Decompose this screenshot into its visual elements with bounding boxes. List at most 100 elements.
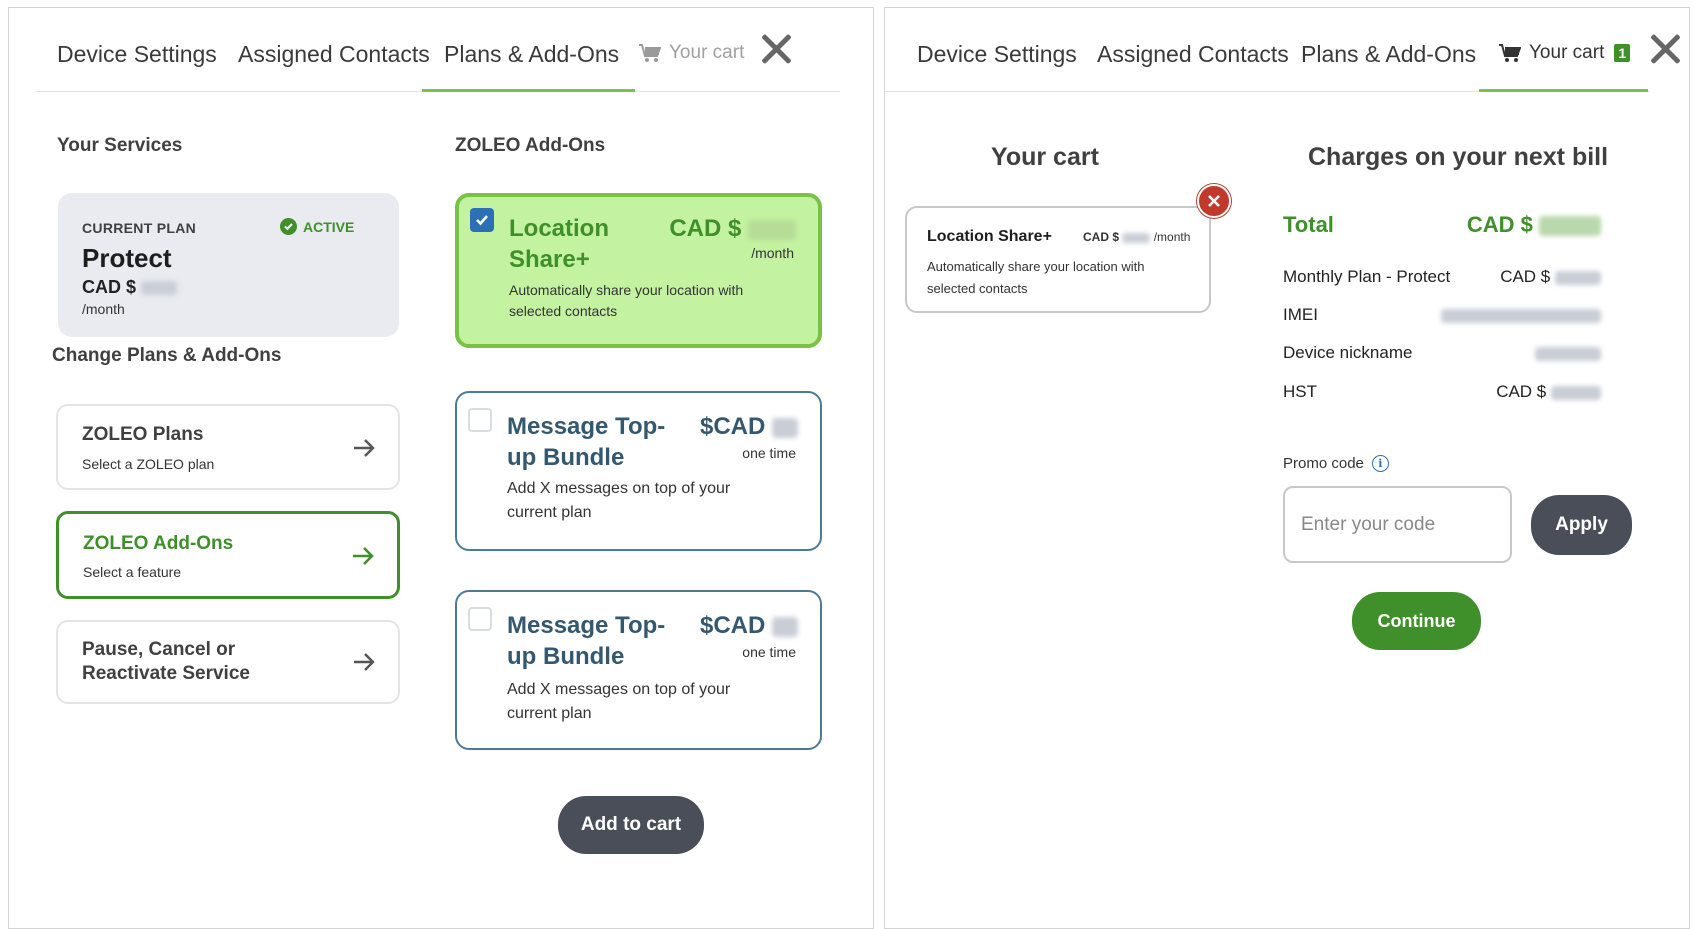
plan-period: /month (82, 301, 125, 317)
nav-card-subtitle: Select a feature (83, 564, 182, 580)
bill-row-label: IMEI (1283, 305, 1318, 324)
redacted-value (772, 417, 798, 438)
bill-row-value: CAD $ (1496, 382, 1601, 402)
addon-price-note: one time (742, 644, 796, 660)
arrow-right-icon (353, 547, 374, 565)
addon-price-prefix: $CAD (699, 612, 766, 639)
promo-code-input[interactable] (1283, 486, 1512, 563)
screenshot-pair: Device Settings Assigned Contacts Plans … (0, 0, 1693, 929)
bill-row-prefix: CAD $ (1496, 382, 1547, 401)
addon-card-message-topup-2[interactable]: Message Top-up Bundle $CAD one time Add … (455, 590, 822, 750)
bill-row-device-nickname: Device nickname (1283, 343, 1601, 367)
bill-row-value (1441, 305, 1601, 325)
promo-label-text: Promo code (1283, 455, 1364, 472)
remove-icon (1208, 195, 1220, 207)
current-plan-card: CURRENT PLAN ACTIVE Protect CAD $ /month (58, 193, 399, 337)
close-icon[interactable] (1648, 32, 1682, 66)
tab-plans-addons[interactable]: Plans & Add-Ons (421, 41, 636, 92)
redacted-value (748, 219, 796, 240)
remove-item-button[interactable] (1197, 184, 1231, 218)
bill-row-value (1535, 343, 1601, 363)
tab-bar: Device Settings Assigned Contacts Plans … (885, 8, 1650, 92)
addon-price-prefix: CAD $ (669, 215, 742, 242)
redacted-value (1441, 308, 1601, 323)
redacted-value (772, 616, 798, 637)
addon-name: Location Share+ (509, 215, 609, 273)
status-badge: ACTIVE (280, 218, 354, 235)
plan-price: CAD $ (82, 277, 178, 298)
nav-card-title: Pause, Cancel or Reactivate Service (82, 639, 250, 684)
current-plan-label: CURRENT PLAN (82, 220, 197, 236)
addon-price: $CAD (700, 612, 798, 640)
bill-row-label: Monthly Plan - Protect (1283, 267, 1451, 286)
bill-row-label: Device nickname (1283, 343, 1413, 362)
cart-item-period: /month (1153, 230, 1191, 244)
bill-row-imei: IMEI (1283, 305, 1601, 329)
change-plans-title: Change Plans & Add-Ons (52, 345, 282, 366)
redacted-value (1555, 270, 1601, 285)
cart-item-price-prefix: CAD $ (1083, 230, 1120, 244)
nav-card-title: ZOLEO Add-Ons (83, 533, 234, 554)
addon-description: Add X messages on top of your current pl… (507, 681, 731, 722)
nav-card-zoleo-addons[interactable]: ZOLEO Add-Ons Select a feature (56, 511, 400, 599)
plan-name: Protect (82, 243, 172, 273)
redacted-value (1535, 346, 1601, 361)
status-text: ACTIVE (303, 218, 355, 235)
total-label: Total (1283, 212, 1334, 237)
bill-row-hst: HST CAD $ (1283, 382, 1601, 406)
addon-price-prefix: $CAD (699, 413, 766, 440)
addon-name: Message Top-up Bundle (507, 413, 666, 471)
tab-plans-addons[interactable]: Plans & Add-Ons (1301, 41, 1476, 68)
redacted-value (141, 281, 178, 296)
total-prefix: CAD $ (1466, 212, 1533, 237)
arrow-right-icon (354, 653, 375, 671)
addon-description: Add X messages on top of your current pl… (507, 480, 731, 521)
info-icon[interactable]: i (1371, 455, 1389, 472)
tab-your-cart[interactable]: Your cart 1 (1478, 42, 1649, 92)
nav-card-title: ZOLEO Plans (82, 424, 204, 445)
your-services-title: Your Services (57, 135, 183, 156)
tab-assigned-contacts[interactable]: Assigned Contacts (238, 41, 430, 68)
addon-description: Automatically share your location with s… (509, 282, 744, 319)
cart-item-description: Automatically share your location with s… (927, 259, 1145, 296)
arrow-right-icon (354, 439, 375, 457)
addon-price: $CAD (700, 413, 798, 441)
bill-title: Charges on your next bill (1308, 143, 1609, 171)
tab-device-settings[interactable]: Device Settings (917, 41, 1077, 68)
cart-item: Location Share+ CAD $ /month Automatical… (905, 206, 1211, 313)
addon-price-note: /month (751, 245, 794, 261)
bill-row-prefix: CAD $ (1500, 267, 1551, 286)
bill-row-label: HST (1283, 382, 1317, 401)
cart-item-price: CAD $ /month (1083, 230, 1190, 244)
checkbox-icon[interactable] (470, 208, 494, 232)
add-to-cart-button[interactable]: Add to cart (558, 796, 704, 854)
nav-card-subtitle: Select a ZOLEO plan (82, 456, 215, 472)
cart-tab-label: Your cart (669, 42, 745, 63)
redacted-value (1122, 232, 1151, 243)
tab-assigned-contacts[interactable]: Assigned Contacts (1097, 41, 1289, 68)
checkbox-icon[interactable] (468, 408, 492, 432)
close-icon[interactable] (759, 32, 793, 66)
redacted-value (1551, 385, 1601, 400)
addon-card-location-share[interactable]: Location Share+ CAD $ /month Automatical… (455, 193, 822, 348)
zoleo-addons-title: ZOLEO Add-Ons (455, 135, 606, 156)
apply-button[interactable]: Apply (1531, 495, 1632, 555)
addon-price: CAD $ (669, 215, 796, 243)
bill-row-monthly-plan: Monthly Plan - Protect CAD $ (1283, 267, 1601, 291)
addon-card-message-topup-1[interactable]: Message Top-up Bundle $CAD one time Add … (455, 391, 822, 551)
tab-your-cart[interactable]: Your cart (639, 42, 744, 64)
bill-total: Total CAD $ (1283, 212, 1601, 244)
tab-device-settings[interactable]: Device Settings (57, 41, 217, 68)
continue-button[interactable]: Continue (1352, 592, 1481, 650)
cart-count-badge: 1 (1614, 44, 1631, 62)
nav-card-pause-cancel[interactable]: Pause, Cancel or Reactivate Service (56, 620, 400, 704)
cart-icon (1499, 44, 1521, 62)
redacted-value (1539, 216, 1601, 237)
bill-row-value: CAD $ (1500, 267, 1601, 287)
check-circle-icon (280, 218, 297, 235)
nav-card-zoleo-plans[interactable]: ZOLEO Plans Select a ZOLEO plan (56, 404, 400, 490)
checkbox-icon[interactable] (468, 607, 492, 631)
cart-item-name: Location Share+ (927, 228, 1052, 245)
cart-title: Your cart (991, 143, 1099, 171)
cart-icon (639, 44, 661, 62)
